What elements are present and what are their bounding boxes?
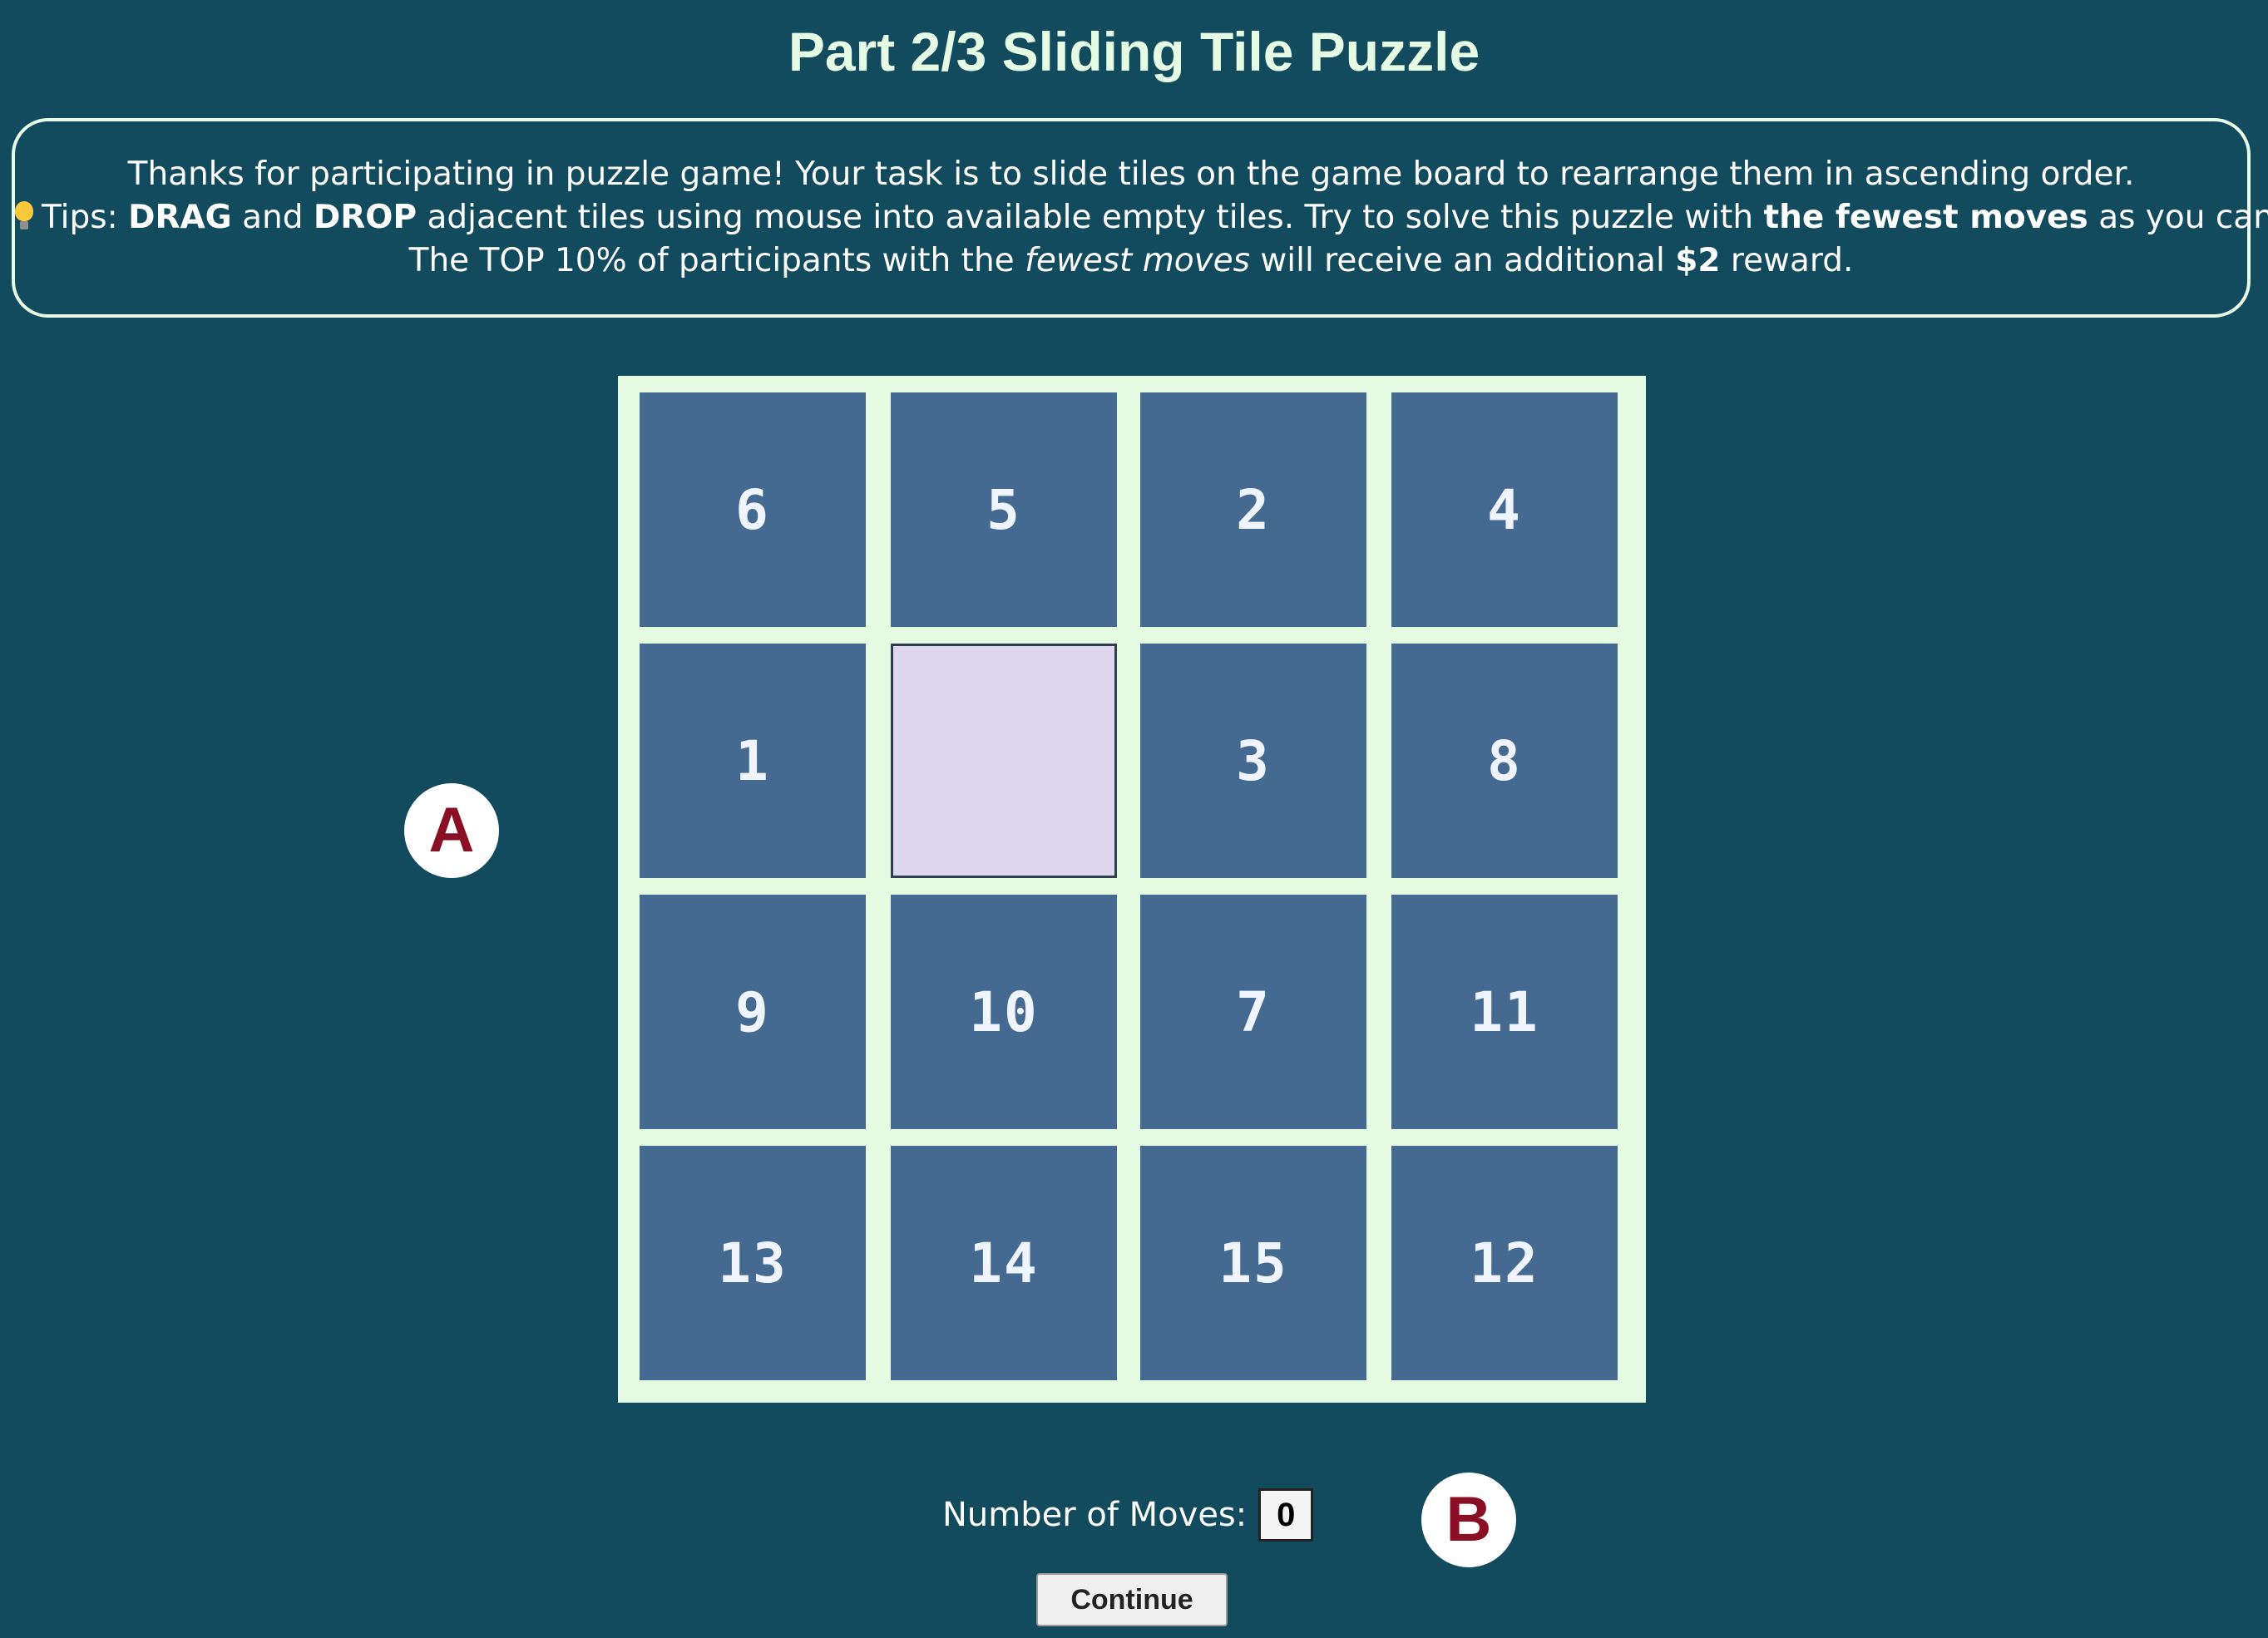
puzzle-tile[interactable]: 1 xyxy=(640,644,866,878)
puzzle-tile[interactable]: 9 xyxy=(640,895,866,1129)
fewest-moves-italic: fewest moves xyxy=(1025,242,1250,279)
instructions-line-2: Tips: DRAG and DROP adjacent tiles using… xyxy=(15,196,2268,239)
reward-end-text: reward. xyxy=(1730,242,1854,279)
puzzle-tile[interactable]: 2 xyxy=(1140,392,1366,627)
drag-keyword: DRAG xyxy=(128,199,232,236)
fewest-moves-emphasis: the fewest moves xyxy=(1763,199,2088,236)
puzzle-tile[interactable]: 5 xyxy=(891,392,1117,627)
puzzle-tile[interactable]: 15 xyxy=(1140,1146,1366,1380)
puzzle-page: Part 2/3 Sliding Tile Puzzle Thanks for … xyxy=(0,0,2268,1638)
puzzle-tile[interactable]: 3 xyxy=(1140,644,1366,878)
annotation-marker-a: A xyxy=(404,783,499,878)
continue-button[interactable]: Continue xyxy=(1036,1573,1228,1626)
puzzle-tile[interactable]: 8 xyxy=(1391,644,1618,878)
page-title: Part 2/3 Sliding Tile Puzzle xyxy=(788,21,1480,82)
tips-end-text: as you can. xyxy=(2098,199,2268,236)
reward-amount: $2 xyxy=(1675,242,1721,279)
and-text: and xyxy=(242,199,304,236)
annotation-marker-b: B xyxy=(1421,1473,1516,1567)
tips-middle-text: adjacent tiles using mouse into availabl… xyxy=(427,199,1754,236)
lightbulb-icon xyxy=(15,201,33,231)
moves-label: Number of Moves: xyxy=(942,1496,1248,1534)
reward-middle-text: will receive an additional xyxy=(1260,242,1665,279)
instructions-intro: Thanks for participating in puzzle game!… xyxy=(127,155,2135,193)
puzzle-tile[interactable]: 13 xyxy=(640,1146,866,1380)
puzzle-tile[interactable]: 6 xyxy=(640,392,866,627)
moves-counter: Number of Moves: 0 xyxy=(942,1487,1314,1543)
instructions-line-1: Thanks for participating in puzzle game!… xyxy=(15,153,2247,196)
puzzle-tile[interactable]: 12 xyxy=(1391,1146,1618,1380)
instructions-line-3: The TOP 10% of participants with the few… xyxy=(15,239,2247,283)
reward-start-text: The TOP 10% of participants with the xyxy=(408,242,1015,279)
empty-tile[interactable] xyxy=(891,644,1117,878)
moves-value: 0 xyxy=(1258,1488,1314,1542)
instructions-box: Thanks for participating in puzzle game!… xyxy=(12,118,2268,318)
puzzle-tile[interactable]: 7 xyxy=(1140,895,1366,1129)
puzzle-tile[interactable]: 4 xyxy=(1391,392,1618,627)
puzzle-tile[interactable]: 14 xyxy=(891,1146,1117,1380)
drop-keyword: DROP xyxy=(313,199,418,236)
puzzle-board: 6 5 2 4 1 3 8 9 10 7 11 13 14 15 12 xyxy=(618,376,1646,1403)
tips-label: Tips: xyxy=(42,199,118,236)
puzzle-tile[interactable]: 10 xyxy=(891,895,1117,1129)
puzzle-tile[interactable]: 11 xyxy=(1391,895,1618,1129)
